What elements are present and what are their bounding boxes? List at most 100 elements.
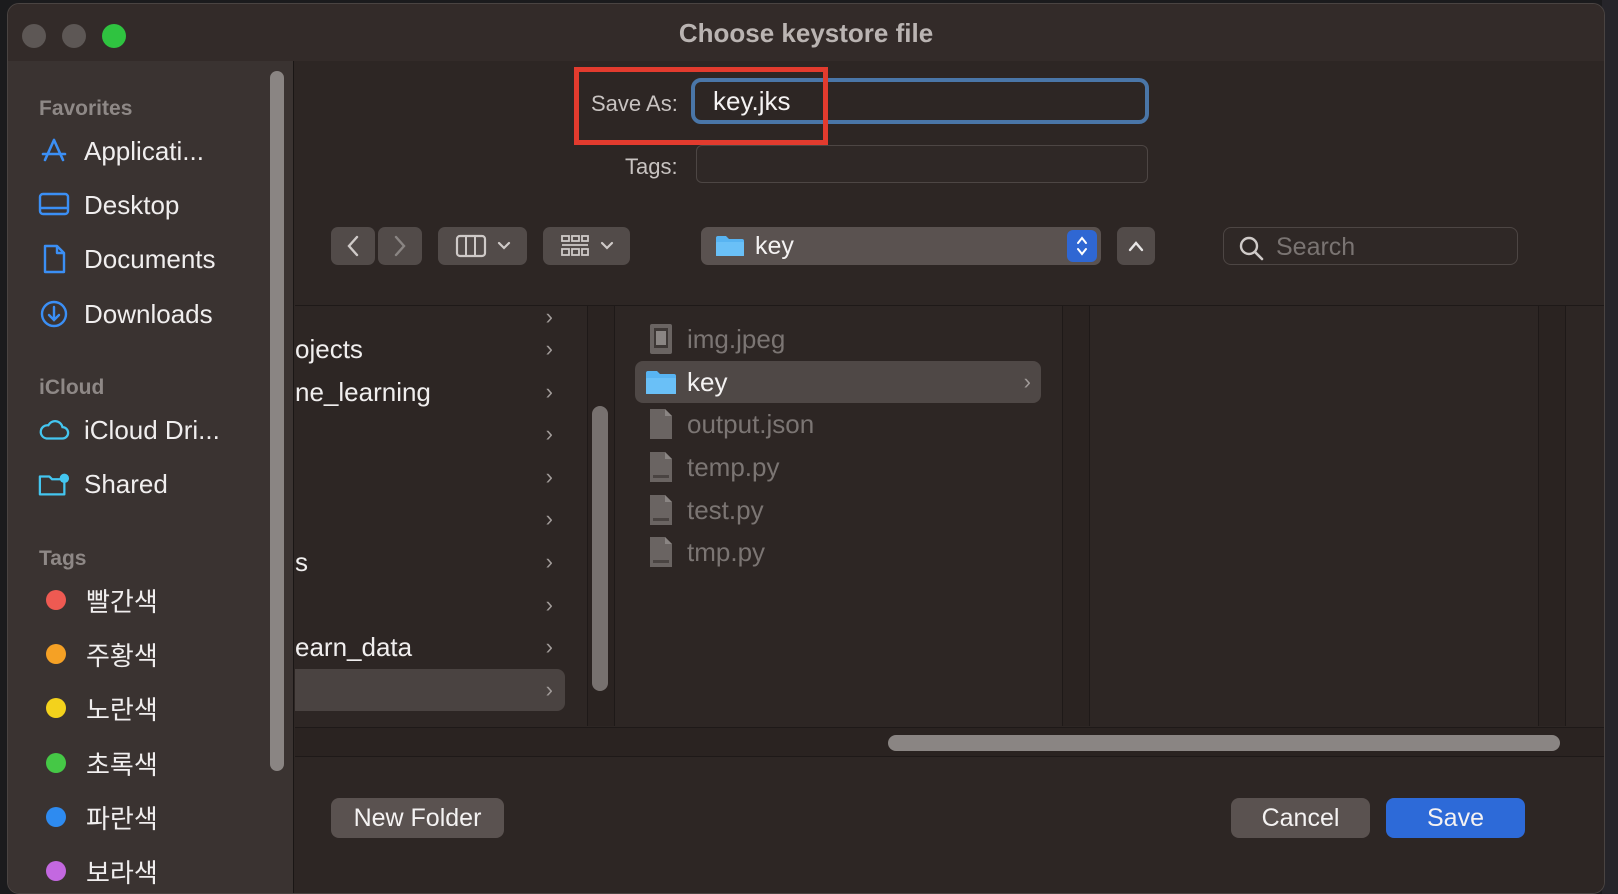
chevron-right-icon: › <box>1023 369 1031 394</box>
list-item[interactable]: › <box>295 669 565 711</box>
sidebar-item-label: iCloud Dri... <box>84 414 220 445</box>
stepper-icon <box>1067 230 1097 262</box>
forward-button[interactable] <box>378 227 422 265</box>
save-dialog: Choose keystore file Favorites Applicati… <box>7 3 1605 894</box>
sidebar-item-icloud-drive[interactable]: iCloud Dri... <box>38 408 268 452</box>
sidebar-item-desktop[interactable]: Desktop <box>38 183 268 227</box>
tags-input[interactable] <box>696 145 1148 183</box>
list-item[interactable]: tmp.py <box>635 531 1041 573</box>
sidebar-item-label: 보라색 <box>86 857 158 888</box>
search-icon <box>1239 236 1264 261</box>
tags-header: Tags <box>39 547 87 570</box>
column-scrollbar[interactable] <box>592 406 608 691</box>
horizontal-scrollbar[interactable] <box>888 735 1560 751</box>
tag-dot-icon <box>46 644 66 664</box>
tag-dot-icon <box>46 861 66 881</box>
list-item[interactable]: test.py <box>635 489 1041 531</box>
columns-view-icon <box>455 234 486 258</box>
chevron-up-icon <box>1128 241 1144 252</box>
column-resize-handle[interactable] <box>1062 306 1090 726</box>
list-item-label: s <box>295 547 308 577</box>
document-icon <box>38 243 70 275</box>
list-item[interactable]: › <box>295 413 565 455</box>
list-item[interactable]: ojects › <box>295 328 565 370</box>
document-icon <box>650 409 672 439</box>
list-item[interactable]: temp.py <box>635 446 1041 488</box>
tag-dot-icon <box>46 698 66 718</box>
column-resize-handle[interactable] <box>1538 306 1566 726</box>
chevron-left-icon <box>347 235 359 257</box>
sidebar-item-label: 노란색 <box>86 694 158 725</box>
sidebar-item-shared[interactable]: Shared <box>38 462 268 506</box>
browser-column-1: › ojects › ne_learning › › › › s › › earn_d… <box>295 304 587 726</box>
sidebar-item-label: Desktop <box>84 189 180 220</box>
highlight-box <box>574 67 828 145</box>
shared-folder-icon <box>38 468 70 500</box>
list-item[interactable]: img.jpeg <box>635 318 1041 360</box>
sidebar-item-tag-orange[interactable]: 주황색 <box>38 632 268 676</box>
title-bar: Choose keystore file <box>8 4 1604 61</box>
chevron-right-icon: › <box>545 421 553 446</box>
list-item[interactable]: s › <box>295 541 565 583</box>
sidebar-item-label: Applicati... <box>84 135 204 166</box>
icloud-header: iCloud <box>39 376 105 399</box>
sidebar-item-label: 주황색 <box>86 640 158 671</box>
expand-collapse-button[interactable] <box>1117 227 1155 265</box>
applications-icon <box>38 135 70 167</box>
chevron-right-icon: › <box>545 336 553 361</box>
sidebar-item-tag-green[interactable]: 초록색 <box>38 741 268 785</box>
search-field[interactable]: Search <box>1223 227 1518 265</box>
desktop-icon <box>38 189 70 221</box>
list-item-label: test.py <box>687 495 764 525</box>
sidebar-item-label: Shared <box>84 468 168 499</box>
sidebar-item-documents[interactable]: Documents <box>38 237 268 281</box>
sidebar-scrollbar[interactable] <box>270 71 284 771</box>
chevron-right-icon: › <box>545 506 553 531</box>
list-item[interactable]: output.json <box>635 403 1041 445</box>
search-placeholder: Search <box>1276 233 1356 261</box>
list-item[interactable]: › <box>295 498 565 540</box>
list-item-label: key <box>687 367 728 397</box>
cancel-button[interactable]: Cancel <box>1231 798 1370 838</box>
list-item[interactable]: ne_learning › <box>295 371 565 413</box>
back-button[interactable] <box>331 227 375 265</box>
list-item-label: img.jpeg <box>687 324 786 354</box>
downloads-icon <box>38 298 70 330</box>
sidebar-item-applications[interactable]: Applicati... <box>38 129 268 173</box>
chevron-down-icon <box>600 241 613 250</box>
chevron-right-icon: › <box>545 304 553 329</box>
new-folder-button[interactable]: New Folder <box>331 798 504 838</box>
tag-dot-icon <box>46 807 66 827</box>
folder-icon <box>716 236 744 256</box>
python-file-icon <box>650 495 672 525</box>
sidebar: Favorites Applicati... Desktop Documents… <box>8 61 294 893</box>
save-button[interactable]: Save <box>1386 798 1525 838</box>
sidebar-item-tag-blue[interactable]: 파란색 <box>38 795 268 839</box>
chevron-right-icon: › <box>545 592 553 617</box>
window-title: Choose keystore file <box>678 18 934 48</box>
view-columns-button[interactable] <box>438 227 527 265</box>
chevron-right-icon: › <box>545 634 553 659</box>
tags-label: Tags: <box>625 154 678 179</box>
tag-dot-icon <box>46 590 66 610</box>
grid-view-icon <box>560 235 589 256</box>
chevron-right-icon <box>394 235 406 257</box>
sidebar-item-label: 빨간색 <box>86 586 158 617</box>
list-item[interactable]: › <box>295 584 565 626</box>
sidebar-item-label: 파란색 <box>86 803 158 834</box>
sidebar-item-downloads[interactable]: Downloads <box>38 292 268 336</box>
list-item-label: temp.py <box>687 452 780 482</box>
folder-icon <box>646 371 676 394</box>
sidebar-item-tag-purple[interactable]: 보라색 <box>38 849 268 893</box>
sidebar-item-tag-red[interactable]: 빨간색 <box>38 578 268 622</box>
path-popup-label: key <box>755 232 794 260</box>
python-file-icon <box>650 452 672 482</box>
list-item[interactable]: › <box>295 456 565 498</box>
main-panel: Save As: Tags: key <box>295 61 1604 893</box>
list-item[interactable]: earn_data › <box>295 626 565 668</box>
sidebar-item-tag-yellow[interactable]: 노란색 <box>38 686 268 730</box>
group-by-button[interactable] <box>543 227 630 265</box>
list-item[interactable]: key › <box>635 361 1041 403</box>
sidebar-item-label: Downloads <box>84 298 213 329</box>
path-popup[interactable]: key <box>701 227 1101 265</box>
